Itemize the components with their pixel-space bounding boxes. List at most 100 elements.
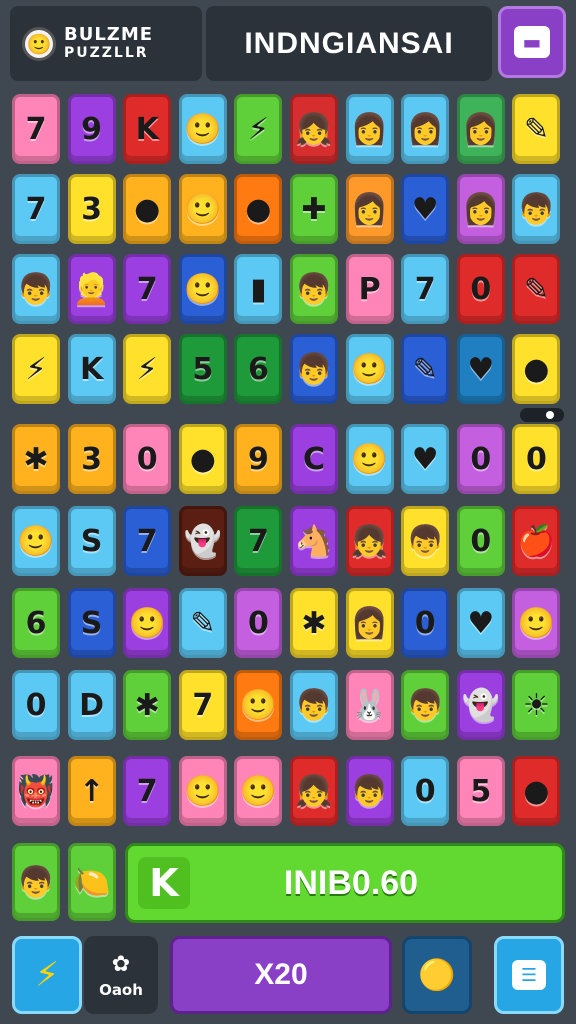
tile-r7-c0[interactable]: 0 [12, 670, 60, 740]
tile-r2-c3[interactable]: 🙂 [178, 254, 227, 324]
tile-r5-c8[interactable]: 0 [456, 506, 505, 576]
tile-r1-c6[interactable]: 👩 [345, 174, 394, 244]
toggle-switch[interactable] [520, 408, 564, 422]
tile-r6-c8[interactable]: ♥ [456, 588, 505, 658]
tile-r8-c1[interactable]: ↑ [67, 756, 116, 826]
extra-tile-1[interactable]: 🍋 [68, 843, 116, 921]
tile-r0-c7[interactable]: 👩 [401, 94, 450, 164]
tile-r4-c6[interactable]: 🙂 [345, 424, 394, 494]
tile-r1-c3[interactable]: 🙂 [178, 174, 227, 244]
tile-r0-c1[interactable]: 9 [67, 94, 116, 164]
tile-r4-c1[interactable]: 3 [67, 424, 116, 494]
tile-r8-c9[interactable]: ● [512, 756, 561, 826]
tile-r6-c9[interactable]: 🙂 [512, 588, 561, 658]
tile-r3-c2[interactable]: ⚡ [123, 334, 172, 404]
tile-r4-c0[interactable]: ✱ [12, 424, 60, 494]
tile-r5-c5[interactable]: 🐴 [290, 506, 338, 576]
tile-r5-c6[interactable]: 👧 [345, 506, 394, 576]
tile-r3-c1[interactable]: K [67, 334, 116, 404]
tile-r2-c5[interactable]: 👦 [290, 254, 338, 324]
tile-r7-c7[interactable]: 👦 [401, 670, 450, 740]
tile-r6-c7[interactable]: 0 [401, 588, 450, 658]
tile-r3-c8[interactable]: ♥ [456, 334, 505, 404]
tile-r6-c0[interactable]: 6 [12, 588, 60, 658]
tile-r0-c0[interactable]: 7 [12, 94, 60, 164]
tile-r6-c4[interactable]: 0 [234, 588, 283, 658]
menu-button[interactable]: ☰ [494, 936, 564, 1014]
tile-r3-c0[interactable]: ⚡ [12, 334, 60, 404]
tile-r4-c9[interactable]: 0 [512, 424, 561, 494]
tile-r4-c8[interactable]: 0 [456, 424, 505, 494]
tile-r2-c2[interactable]: 7 [123, 254, 172, 324]
tile-r2-c7[interactable]: 7 [401, 254, 450, 324]
tile-r3-c3[interactable]: 5 [178, 334, 227, 404]
tile-r5-c3[interactable]: 👻 [178, 506, 227, 576]
tile-r5-c7[interactable]: 👦 [401, 506, 450, 576]
chat-button[interactable]: ▬ [498, 6, 566, 78]
extra-tile-0[interactable]: 👦 [12, 843, 60, 921]
tile-r7-c2[interactable]: ✱ [123, 670, 172, 740]
tile-r6-c5[interactable]: ✱ [290, 588, 338, 658]
tile-r1-c5[interactable]: ✚ [290, 174, 338, 244]
tile-r3-c9[interactable]: ● [512, 334, 561, 404]
tile-r4-c5[interactable]: C [290, 424, 338, 494]
tile-r7-c9[interactable]: ☀ [512, 670, 561, 740]
tile-r4-c3[interactable]: ● [178, 424, 227, 494]
tile-r5-c4[interactable]: 7 [234, 506, 283, 576]
tile-r7-c3[interactable]: 7 [178, 670, 227, 740]
tile-r1-c8[interactable]: 👩 [456, 174, 505, 244]
tile-r5-c9[interactable]: 🍎 [512, 506, 561, 576]
tile-r7-c6[interactable]: 🐰 [345, 670, 394, 740]
tile-r1-c4[interactable]: ● [234, 174, 283, 244]
tile-r1-c9[interactable]: 👦 [512, 174, 561, 244]
tile-r2-c4[interactable]: ▮ [234, 254, 283, 324]
tile-r0-c9[interactable]: ✎ [512, 94, 561, 164]
lightning-button[interactable]: ⚡ [12, 936, 82, 1014]
tile-r0-c3[interactable]: 🙂 [178, 94, 227, 164]
tile-r0-c4[interactable]: ⚡ [234, 94, 283, 164]
tile-r8-c6[interactable]: 👦 [345, 756, 394, 826]
tile-r5-c1[interactable]: S [67, 506, 116, 576]
multiplier-button[interactable]: X20 [170, 936, 392, 1014]
tile-r1-c7[interactable]: ♥ [401, 174, 450, 244]
tile-r0-c2[interactable]: K [123, 94, 172, 164]
tile-r8-c0[interactable]: 👹 [12, 756, 60, 826]
tile-r4-c2[interactable]: 0 [123, 424, 172, 494]
orb-button[interactable]: 🟡 [402, 936, 472, 1014]
tile-r7-c5[interactable]: 👦 [290, 670, 338, 740]
tile-r3-c7[interactable]: ✎ [401, 334, 450, 404]
tile-r8-c4[interactable]: 🙂 [234, 756, 283, 826]
tile-r8-c5[interactable]: 👧 [290, 756, 338, 826]
tile-r4-c7[interactable]: ♥ [401, 424, 450, 494]
tile-r3-c6[interactable]: 🙂 [345, 334, 394, 404]
tile-r6-c2[interactable]: 🙂 [123, 588, 172, 658]
tile-r2-c6[interactable]: P [345, 254, 394, 324]
tile-r3-c4[interactable]: 6 [234, 334, 283, 404]
player-avatar[interactable]: 🙂 [22, 26, 56, 61]
tile-r7-c8[interactable]: 👻 [456, 670, 505, 740]
tile-r5-c0[interactable]: 🙂 [12, 506, 60, 576]
options-button[interactable]: ✿ Oaoh [84, 936, 158, 1014]
tile-r4-c4[interactable]: 9 [234, 424, 283, 494]
tile-r6-c1[interactable]: S [67, 588, 116, 658]
tile-r1-c2[interactable]: ● [123, 174, 172, 244]
tile-r2-c0[interactable]: 👦 [12, 254, 60, 324]
tile-r0-c5[interactable]: 👧 [290, 94, 338, 164]
tile-r2-c1[interactable]: 👱 [67, 254, 116, 324]
tile-r3-c5[interactable]: 👦 [290, 334, 338, 404]
tile-r8-c8[interactable]: 5 [456, 756, 505, 826]
tile-r2-c8[interactable]: 0 [456, 254, 505, 324]
tile-r8-c2[interactable]: 7 [123, 756, 172, 826]
tile-r1-c1[interactable]: 3 [67, 174, 116, 244]
tile-r6-c6[interactable]: 👩 [345, 588, 394, 658]
tile-r7-c4[interactable]: 🙂 [234, 670, 283, 740]
tile-r0-c8[interactable]: 👩 [456, 94, 505, 164]
tile-r8-c7[interactable]: 0 [401, 756, 450, 826]
tile-r6-c3[interactable]: ✎ [178, 588, 227, 658]
tile-r8-c3[interactable]: 🙂 [178, 756, 227, 826]
tile-r7-c1[interactable]: D [67, 670, 116, 740]
tile-r1-c0[interactable]: 7 [12, 174, 60, 244]
tile-r0-c6[interactable]: 👩 [345, 94, 394, 164]
tile-r2-c9[interactable]: ✎ [512, 254, 561, 324]
tile-r5-c2[interactable]: 7 [123, 506, 172, 576]
